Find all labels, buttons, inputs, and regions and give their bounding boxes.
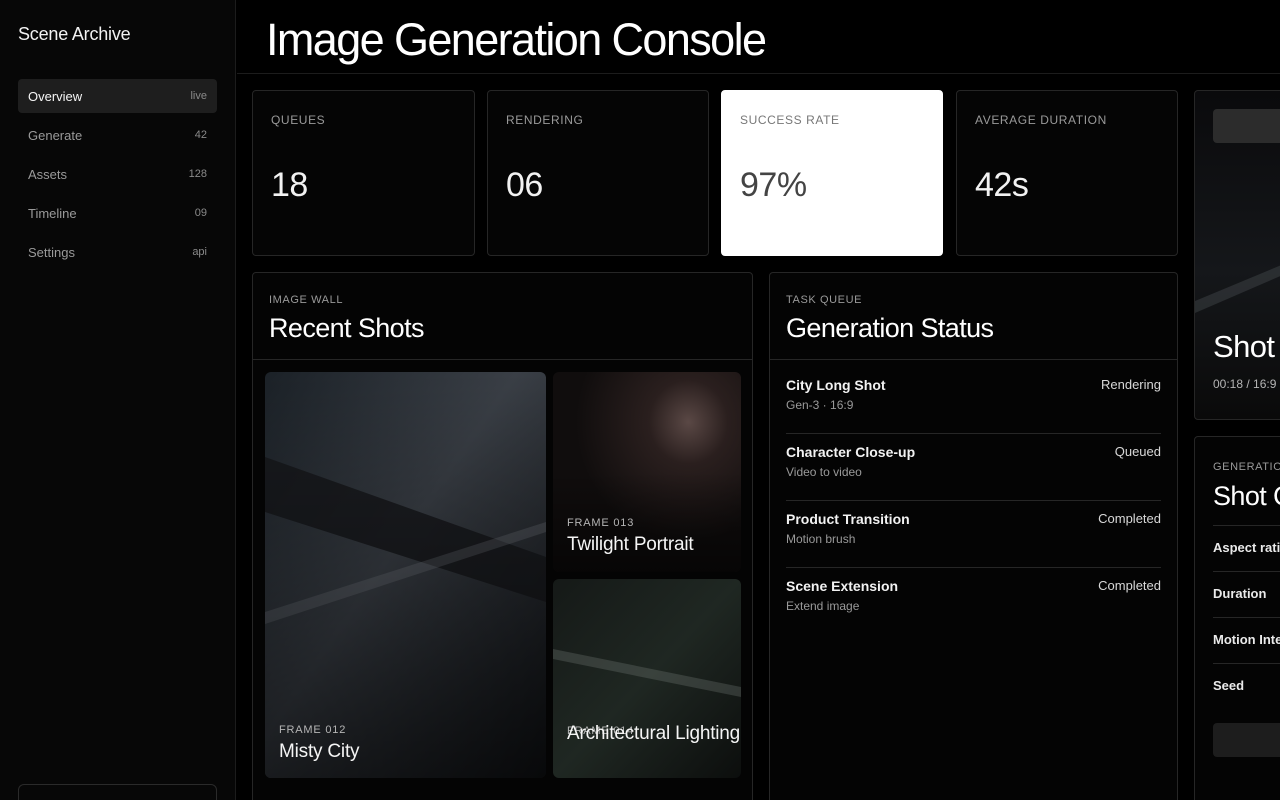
preview-title: Shot — [1213, 329, 1275, 364]
sidebar-item-label: Timeline — [28, 205, 77, 221]
preview-meta: 00:18 / 16:9 — [1213, 377, 1277, 391]
sidebar-item-timeline[interactable]: Timeline 09 — [18, 196, 217, 230]
stat-value: 06 — [506, 166, 543, 204]
stat-label: QUEUES — [271, 113, 326, 127]
task-row[interactable]: Scene Extension Extend image Completed — [786, 568, 1161, 635]
task-subtitle: Extend image — [786, 599, 860, 613]
setting-label: Seed — [1213, 678, 1245, 693]
divider — [253, 359, 752, 360]
generation-settings-panel: GENERATION Shot C Aspect ratio Duration … — [1194, 436, 1280, 800]
setting-row-aspect-ratio[interactable]: Aspect ratio — [1213, 525, 1280, 571]
image-tile-architectural-lighting[interactable]: FRAME 014 Architectural Lighting — [553, 579, 741, 778]
panel-title: Generation Status — [786, 313, 994, 343]
sidebar-item-label: Generate — [28, 127, 83, 143]
stat-label: RENDERING — [506, 113, 584, 127]
sidebar-item-badge: 09 — [194, 207, 207, 219]
generate-button[interactable] — [1213, 723, 1280, 757]
stat-card-success-rate: SUCCESS RATE 97% — [721, 90, 943, 256]
sidebar-item-label: Overview — [28, 88, 83, 104]
task-row[interactable]: Product Transition Motion brush Complete… — [786, 501, 1161, 568]
tile-frame-label: FRAME 012 — [279, 724, 347, 736]
setting-label: Duration — [1213, 586, 1267, 601]
tile-title: Architectural Lighting — [567, 723, 741, 744]
setting-row-duration[interactable]: Duration — [1213, 571, 1280, 617]
setting-row-motion-intensity[interactable]: Motion Inte — [1213, 617, 1280, 663]
task-row[interactable]: Character Close-up Video to video Queued — [786, 434, 1161, 501]
task-name: Character Close-up — [786, 444, 916, 460]
stat-card-average-duration: AVERAGE DURATION 42s — [956, 90, 1178, 256]
image-wall-panel: IMAGE WALL Recent Shots FRAME 012 Misty — [252, 272, 753, 800]
stat-label: AVERAGE DURATION — [975, 113, 1107, 127]
tile-title: Misty City — [279, 741, 360, 762]
panel-eyebrow: GENERATION — [1213, 461, 1280, 473]
setting-label: Motion Inte — [1213, 632, 1280, 647]
image-tile-misty-city[interactable]: FRAME 012 Misty City — [265, 372, 546, 778]
tile-frame-label: FRAME 013 — [567, 517, 635, 529]
task-status: Completed — [1098, 511, 1161, 526]
stat-value: 42s — [975, 166, 1029, 204]
task-name: City Long Shot — [786, 377, 886, 393]
sidebar-item-badge: live — [190, 90, 207, 102]
sidebar-footer-card[interactable] — [18, 784, 217, 800]
task-queue-panel: TASK QUEUE Generation Status City Long S… — [769, 272, 1178, 800]
task-status: Rendering — [1101, 377, 1161, 392]
sidebar-item-label: Settings — [28, 244, 75, 260]
brand-name: Scene Archive — [18, 24, 131, 44]
sidebar-item-badge: api — [192, 246, 207, 258]
setting-row-seed[interactable]: Seed — [1213, 663, 1280, 709]
task-name: Product Transition — [786, 511, 910, 527]
misty-city-image — [265, 372, 546, 778]
task-status: Completed — [1098, 578, 1161, 593]
tile-title: Twilight Portrait — [567, 534, 694, 555]
sidebar-item-label: Assets — [28, 166, 68, 182]
task-subtitle: Video to video — [786, 465, 862, 479]
sidebar: Scene Archive Overview live Generate 42 … — [0, 0, 236, 800]
sidebar-item-generate[interactable]: Generate 42 — [18, 118, 217, 152]
page-header: Image Generation Console — [237, 0, 1280, 74]
setting-label: Aspect ratio — [1213, 540, 1280, 555]
panel-title: Shot C — [1213, 481, 1280, 511]
image-tile-twilight-portrait[interactable]: FRAME 013 Twilight Portrait — [553, 372, 741, 572]
divider — [770, 359, 1177, 360]
stat-value: 18 — [271, 166, 308, 204]
stat-value: 97% — [740, 166, 807, 204]
sidebar-item-badge: 42 — [194, 129, 207, 141]
page-title: Image Generation Console — [266, 14, 767, 65]
panel-title: Recent Shots — [269, 313, 425, 343]
sidebar-nav: Overview live Generate 42 Assets 128 Tim… — [18, 79, 217, 274]
stat-label: SUCCESS RATE — [740, 113, 840, 127]
stat-card-queues: QUEUES 18 — [252, 90, 475, 256]
stat-card-rendering: RENDERING 06 — [487, 90, 709, 256]
sidebar-item-overview[interactable]: Overview live — [18, 79, 217, 113]
sidebar-item-assets[interactable]: Assets 128 — [18, 157, 217, 191]
task-subtitle: Motion brush — [786, 532, 856, 546]
task-row[interactable]: City Long Shot Gen-3 · 16:9 Rendering — [786, 367, 1161, 434]
shot-preview-panel: Shot 00:18 / 16:9 — [1194, 90, 1280, 420]
panel-eyebrow: IMAGE WALL — [269, 294, 344, 306]
architectural-lighting-image — [553, 579, 741, 778]
preview-image — [1195, 265, 1280, 313]
sidebar-item-settings[interactable]: Settings api — [18, 235, 217, 269]
panel-eyebrow: TASK QUEUE — [786, 294, 863, 306]
task-name: Scene Extension — [786, 578, 899, 594]
task-status: Queued — [1114, 444, 1161, 459]
task-subtitle: Gen-3 · 16:9 — [786, 398, 854, 412]
sidebar-item-badge: 128 — [188, 168, 207, 180]
